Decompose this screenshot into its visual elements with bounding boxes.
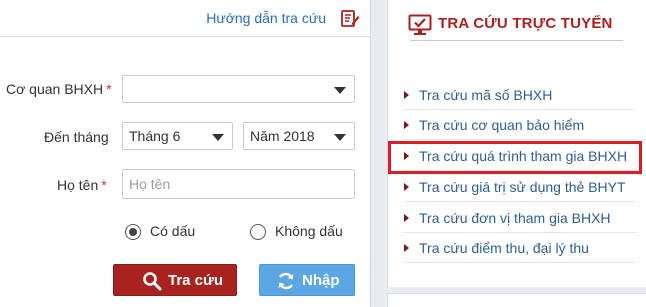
caret-right-icon [404,214,409,222]
radio-without-accent-label: Không dấu [275,223,343,239]
chevron-down-icon [334,87,346,94]
name-label-text: Họ tên [57,177,99,193]
panel-title: TRA CỨU TRỰC TUYẾN [438,15,613,32]
highlight-box [388,141,642,174]
search-icon [143,272,162,291]
name-label: Họ tên * [57,177,107,193]
reset-button[interactable]: Nhập [259,264,355,296]
refresh-icon [278,272,294,290]
month-label: Đến tháng [44,129,109,145]
menu-item-collection-points[interactable]: Tra cứu điểm thu, đại lý thu [400,236,636,263]
menu-item-health-card-validity[interactable]: Tra cứu giá trị sử dụng thẻ BHYT [400,175,636,202]
form-header-bar: Hướng dẫn tra cứu [0,0,370,37]
lower-panel-edge [387,293,646,307]
caret-right-icon [404,91,409,99]
menu-item-participating-units[interactable]: Tra cứu đơn vị tham gia BHXH [400,206,636,233]
name-input[interactable] [122,169,355,199]
caret-right-icon [404,183,409,191]
chevron-down-icon [212,134,224,141]
search-button[interactable]: Tra cứu [113,264,237,296]
guide-link[interactable]: Hướng dẫn tra cứu [206,10,326,26]
menu-item-insurance-agency[interactable]: Tra cứu cơ quan bảo hiểm [400,113,636,140]
menu-item-social-insurance-number[interactable]: Tra cứu mã số BHXH [400,83,636,110]
agency-select[interactable] [122,75,355,103]
agency-label-text: Cơ quan BHXH [6,81,104,97]
divider [404,109,636,110]
menu-item-label: Tra cứu điểm thu, đại lý thu [419,240,589,256]
agency-label: Cơ quan BHXH * [6,81,112,97]
divider [404,262,636,263]
radio-with-accent-label: Có dấu [150,223,196,239]
caret-right-icon [404,244,409,252]
caret-right-icon [404,121,409,129]
search-button-label: Tra cứu [168,272,224,289]
menu-item-label: Tra cứu mã số BHXH [419,87,553,103]
month-select-value: Tháng 6 [129,128,181,144]
reset-button-label: Nhập [302,272,340,289]
radio-without-accent[interactable] [250,224,266,240]
year-select[interactable]: Năm 2018 [243,122,355,150]
radio-with-accent[interactable] [125,224,141,240]
divider [404,139,636,140]
divider [404,201,636,202]
required-mark: * [101,177,107,193]
title-divider [410,40,623,41]
menu-item-label: Tra cứu đơn vị tham gia BHXH [419,210,611,226]
lookup-form-panel: Hướng dẫn tra cứu Cơ quan BHXH * Đến thán… [0,0,371,307]
edit-document-icon[interactable] [340,8,360,28]
required-mark: * [106,81,112,97]
month-select[interactable]: Tháng 6 [122,122,233,150]
monitor-check-icon [408,14,432,35]
menu-item-label: Tra cứu giá trị sử dụng thẻ BHYT [419,179,626,195]
year-select-value: Năm 2018 [250,128,315,144]
menu-item-label: Tra cứu cơ quan bảo hiểm [419,117,585,133]
chevron-down-icon [334,134,346,141]
divider [404,232,636,233]
